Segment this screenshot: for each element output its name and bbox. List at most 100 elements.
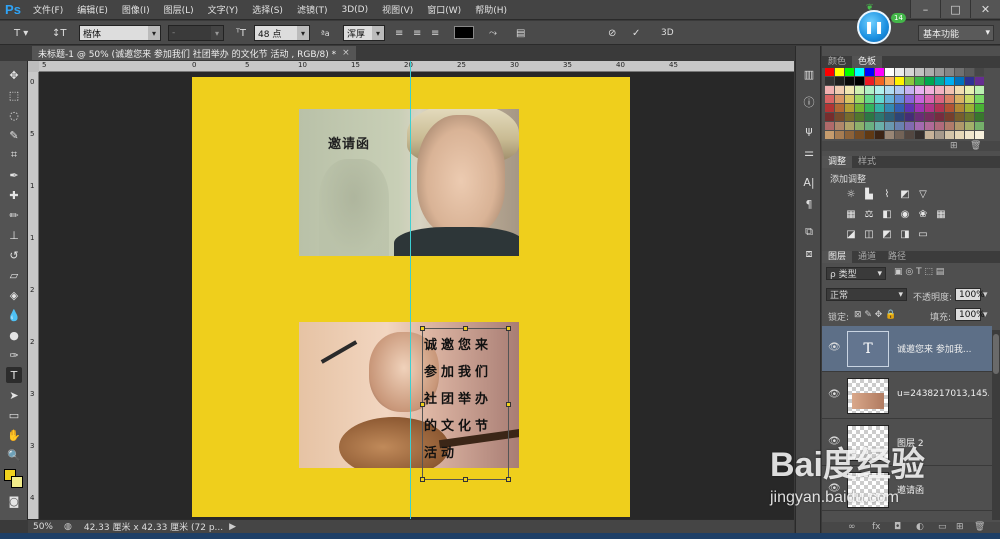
swatch-chip[interactable] <box>955 104 964 112</box>
swatch-chip[interactable] <box>955 122 964 130</box>
menu-file[interactable]: 文件(F) <box>26 3 70 16</box>
swatch-chip[interactable] <box>965 77 974 85</box>
eraser-tool-icon[interactable]: ▱ <box>6 267 22 283</box>
swatch-chip[interactable] <box>975 86 984 94</box>
swatch-chip[interactable] <box>825 68 834 76</box>
link-layers-icon[interactable]: ∞ <box>848 522 856 532</box>
dodge-tool-icon[interactable]: ● <box>6 327 22 343</box>
healing-brush-tool-icon[interactable]: ✚ <box>6 187 22 203</box>
font-family-select[interactable]: 楷体 ▾ <box>79 25 161 41</box>
swatch-chip[interactable] <box>965 68 974 76</box>
swatch-chip[interactable] <box>945 104 954 112</box>
menu-layer[interactable]: 图层(L) <box>157 3 201 16</box>
swatch-chip[interactable] <box>925 104 934 112</box>
transform-handle[interactable] <box>506 402 511 407</box>
transform-handle[interactable] <box>463 477 468 482</box>
swatch-chip[interactable] <box>895 122 904 130</box>
tab-styles[interactable]: 样式 <box>852 156 882 168</box>
swatch-chip[interactable] <box>875 86 884 94</box>
swatch-chip[interactable] <box>855 113 864 121</box>
swatch-chip[interactable] <box>845 77 854 85</box>
swatch-chip[interactable] <box>935 131 944 139</box>
swatch-chip[interactable] <box>845 122 854 130</box>
swatch-chip[interactable] <box>915 131 924 139</box>
swatches-grid[interactable] <box>825 68 984 139</box>
swatch-chip[interactable] <box>865 68 874 76</box>
swatch-chip[interactable] <box>975 104 984 112</box>
swatch-chip[interactable] <box>885 131 894 139</box>
threshold-icon[interactable]: ◩ <box>880 228 894 240</box>
info-panel-icon[interactable]: ⓘ <box>801 94 817 110</box>
eye-icon[interactable]: 👁 <box>828 342 841 353</box>
chevron-down-icon[interactable]: ▾ <box>983 290 988 300</box>
swatch-chip[interactable] <box>925 77 934 85</box>
swatch-chip[interactable] <box>875 77 884 85</box>
swatch-chip[interactable] <box>955 77 964 85</box>
swatch-chip[interactable] <box>845 86 854 94</box>
swatch-chip[interactable] <box>905 131 914 139</box>
swatch-chip[interactable] <box>895 77 904 85</box>
swatch-chip[interactable] <box>875 68 884 76</box>
swatch-chip[interactable] <box>835 77 844 85</box>
paint-bucket-tool-icon[interactable]: ◈ <box>6 287 22 303</box>
swatch-chip[interactable] <box>825 95 834 103</box>
swatch-chip[interactable] <box>975 131 984 139</box>
close-icon[interactable]: × <box>342 48 350 58</box>
swatch-chip[interactable] <box>845 131 854 139</box>
swatch-chip[interactable] <box>855 122 864 130</box>
minimize-button[interactable]: – <box>910 0 940 18</box>
swatch-chip[interactable] <box>935 77 944 85</box>
swatch-chip[interactable] <box>935 68 944 76</box>
character-panel-icon[interactable]: ▤ <box>516 25 525 41</box>
fill-input[interactable]: 100% <box>955 308 985 321</box>
history-brush-tool-icon[interactable]: ↺ <box>6 247 22 263</box>
menu-filter[interactable]: 滤镜(T) <box>290 3 335 16</box>
tab-adjustments[interactable]: 调整 <box>822 156 853 168</box>
menu-image[interactable]: 图像(I) <box>115 3 157 16</box>
swatch-chip[interactable] <box>865 95 874 103</box>
transform-handle[interactable] <box>506 326 511 331</box>
vertical-guide-line[interactable] <box>410 61 411 519</box>
color-balance-icon[interactable]: ⚖ <box>862 208 876 220</box>
swatch-chip[interactable] <box>835 86 844 94</box>
swatch-chip[interactable] <box>945 68 954 76</box>
document-canvas[interactable]: 邀请函 诚邀您来 参加我们 社团举办 的文化节 活动 <box>192 77 630 517</box>
text-orientation-icon[interactable]: ↕T <box>52 25 67 41</box>
swatch-chip[interactable] <box>975 113 984 121</box>
swatch-chip[interactable] <box>895 104 904 112</box>
layer-row-photo[interactable]: 👁 u=2438217013,145... <box>822 373 992 419</box>
swatch-chip[interactable] <box>945 131 954 139</box>
menu-type[interactable]: 文字(Y) <box>201 3 246 16</box>
swatch-chip[interactable] <box>865 122 874 130</box>
swatch-chip[interactable] <box>875 104 884 112</box>
eye-icon[interactable]: 👁 <box>828 389 841 400</box>
new-group-icon[interactable]: ▭ <box>938 522 947 532</box>
swatch-chip[interactable] <box>885 122 894 130</box>
marquee-tool-icon[interactable]: ⬚ <box>6 87 22 103</box>
swatch-chip[interactable] <box>885 68 894 76</box>
swatch-chip[interactable] <box>885 77 894 85</box>
invert-icon[interactable]: ◪ <box>844 228 858 240</box>
tab-channels[interactable]: 通道 <box>852 251 882 263</box>
menu-3d[interactable]: 3D(D) <box>334 5 375 15</box>
history-panel-icon[interactable]: ▥ <box>801 66 817 82</box>
swatch-chip[interactable] <box>965 131 974 139</box>
swatch-chip[interactable] <box>895 95 904 103</box>
rectangle-tool-icon[interactable]: ▭ <box>6 407 22 423</box>
quick-select-tool-icon[interactable]: ✎ <box>6 127 22 143</box>
status-share-icon[interactable]: ◍ <box>64 522 72 532</box>
swatch-chip[interactable] <box>855 104 864 112</box>
transform-handle[interactable] <box>420 402 425 407</box>
swatch-chip[interactable] <box>835 68 844 76</box>
photo-filter-icon[interactable]: ◉ <box>898 208 912 220</box>
tool-presets-icon[interactable]: ⚌ <box>801 144 817 160</box>
antialias-select[interactable]: 浑厚 ▾ <box>343 25 385 41</box>
menu-view[interactable]: 视图(V) <box>375 3 420 16</box>
swatch-chip[interactable] <box>895 131 904 139</box>
swatch-chip[interactable] <box>865 113 874 121</box>
swatch-chip[interactable] <box>935 86 944 94</box>
brush-tool-icon[interactable]: ✏ <box>6 207 22 223</box>
lasso-tool-icon[interactable]: ◌ <box>6 107 22 123</box>
swatch-chip[interactable] <box>855 77 864 85</box>
commit-icon[interactable]: ✓ <box>632 25 640 41</box>
